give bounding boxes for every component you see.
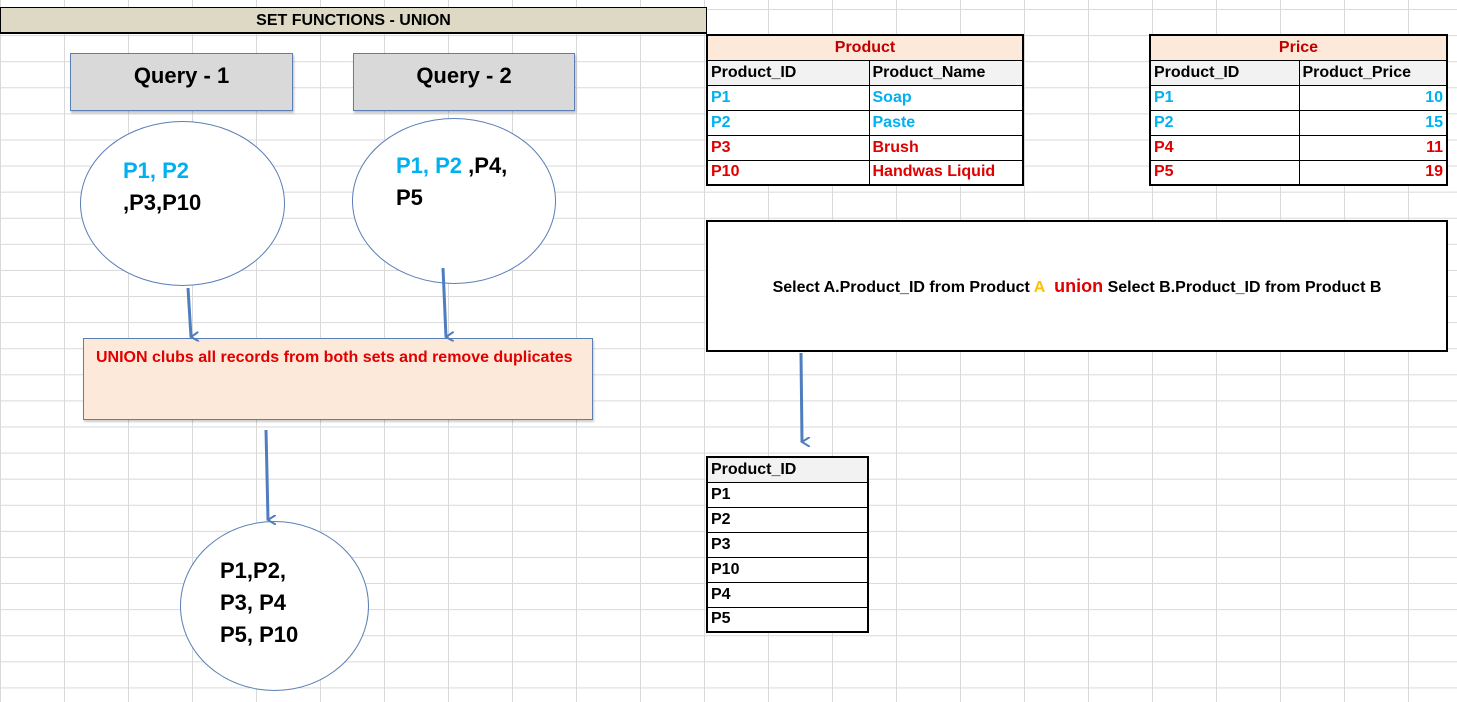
table-row: P3 Brush [706, 134, 1024, 161]
price-value-cell[interactable]: 10 [1298, 84, 1448, 111]
query-2-other-ids: ,P4, [462, 153, 508, 178]
result-id-cell[interactable]: P2 [706, 506, 869, 533]
query-1-set-values: P1, P2 ,P3,P10 [123, 155, 201, 219]
query-2-other-ids-line2: P5 [396, 185, 423, 210]
table-row: P2 15 [1149, 109, 1448, 136]
query-2-box: Query - 2 [353, 53, 575, 111]
sql-statement-box: Select A.Product_ID from Product A union… [706, 220, 1448, 352]
union-result-line: P5, P10 [220, 622, 299, 647]
arrow-query1-to-note [186, 287, 191, 337]
column-header[interactable]: Product_ID [706, 59, 870, 86]
arrow-sql-to-table [799, 352, 802, 442]
table-row: P1 [706, 481, 869, 508]
table-row: P2 [706, 506, 869, 533]
sql-part-2: Select B.Product_ID from Product B [1103, 279, 1382, 296]
union-result-line: P1,P2, [220, 558, 287, 583]
result-id-cell[interactable]: P5 [706, 606, 869, 633]
union-explanation-note: UNION clubs all records from both sets a… [83, 338, 593, 420]
query-1-box: Query - 1 [70, 53, 293, 111]
product-name-cell[interactable]: Brush [868, 134, 1024, 161]
product-id-cell[interactable]: P1 [706, 84, 870, 111]
price-id-cell[interactable]: P4 [1149, 134, 1300, 161]
price-table: Price Product_ID Product_Price P1 10 P2 … [1149, 34, 1448, 186]
table-row: P1 Soap [706, 84, 1024, 111]
table-row: P5 19 [1149, 159, 1448, 186]
query-2-highlight-ids: P1, P2 [396, 153, 463, 178]
price-id-cell[interactable]: P1 [1149, 84, 1300, 111]
table-row: P4 [706, 581, 869, 608]
sql-union-keyword: union [1054, 276, 1104, 296]
product-table: Product Product_ID Product_Name P1 Soap … [706, 34, 1024, 186]
product-table-caption[interactable]: Product [706, 34, 1024, 61]
sql-part-1: Select A.Product_ID from Product [772, 279, 1034, 296]
column-header[interactable]: Product_Price [1298, 59, 1448, 86]
union-result-values: P1,P2, P3, P4 P5, P10 [220, 555, 298, 651]
table-row: P5 [706, 606, 869, 633]
price-value-cell[interactable]: 19 [1298, 159, 1448, 186]
table-row: P4 11 [1149, 134, 1448, 161]
result-id-cell[interactable]: P3 [706, 531, 869, 558]
column-header[interactable]: Product_Name [868, 59, 1024, 86]
product-name-cell[interactable]: Paste [868, 109, 1024, 136]
query-1-other-ids: ,P3,P10 [123, 190, 202, 215]
table-row: P10 Handwas Liquid [706, 159, 1024, 186]
sql-alias: A [1033, 279, 1046, 296]
result-table: Product_ID P1 P2 P3 P10 P4 P5 [706, 456, 869, 633]
table-row: P1 10 [1149, 84, 1448, 111]
column-header[interactable]: Product_ID [1149, 59, 1300, 86]
price-value-cell[interactable]: 15 [1298, 109, 1448, 136]
query-1-highlight-ids: P1, P2 [123, 158, 190, 183]
query-2-set-values: P1, P2 ,P4, P5 [396, 150, 507, 214]
price-value-cell[interactable]: 11 [1298, 134, 1448, 161]
result-id-cell[interactable]: P1 [706, 481, 869, 508]
union-result-line: P3, P4 [220, 590, 287, 615]
product-id-cell[interactable]: P10 [706, 159, 870, 186]
result-id-cell[interactable]: P10 [706, 556, 869, 583]
sheet-title: SET FUNCTIONS - UNION [0, 7, 707, 34]
arrow-note-to-result [264, 429, 268, 520]
table-row: P10 [706, 556, 869, 583]
price-id-cell[interactable]: P5 [1149, 159, 1300, 186]
column-header[interactable]: Product_ID [706, 456, 869, 483]
table-row: P3 [706, 531, 869, 558]
price-table-caption[interactable]: Price [1149, 34, 1448, 61]
table-row: P2 Paste [706, 109, 1024, 136]
product-id-cell[interactable]: P3 [706, 134, 870, 161]
result-id-cell[interactable]: P4 [706, 581, 869, 608]
product-id-cell[interactable]: P2 [706, 109, 870, 136]
product-name-cell[interactable]: Soap [868, 84, 1024, 111]
product-name-cell[interactable]: Handwas Liquid [868, 159, 1024, 186]
price-id-cell[interactable]: P2 [1149, 109, 1300, 136]
